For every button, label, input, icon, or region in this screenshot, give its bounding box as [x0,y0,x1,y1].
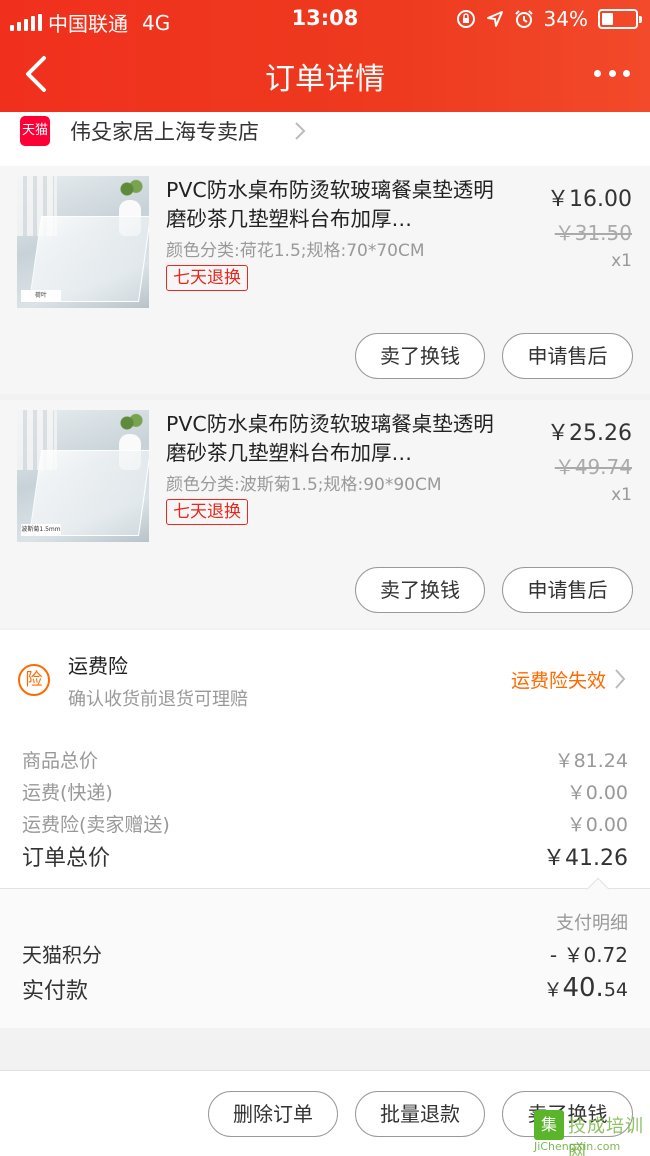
insurance-icon: 险 [18,664,50,696]
product-title[interactable]: PVC防水桌布防烫软玻璃餐桌垫透明磨砂茶几垫塑料台布加厚… [166,410,496,468]
status-right: 34% [456,7,642,31]
batch-refund-button[interactable]: 批量退款 [355,1091,485,1137]
aftersale-button[interactable]: 申请售后 [502,567,633,613]
product-quantity: x1 [611,251,632,271]
location-icon [486,11,503,27]
order-total-label: 订单总价 [22,846,111,871]
points-label: 天猫积分 [22,943,102,967]
more-icon[interactable] [594,58,630,88]
insurance-title: 运费险 [68,654,128,678]
paid-integer: 40. [562,973,604,1003]
order-item[interactable]: 荷叶 PVC防水桌布防烫软玻璃餐桌垫透明磨砂茶几垫塑料台布加厚… 颜色分类:荷花… [0,166,650,394]
order-total-row: 订单总价 ￥41.26 [22,840,628,872]
orientation-lock-icon [456,10,475,28]
tmall-icon: 天猫 [20,116,50,146]
order-item[interactable]: 波斯菊1.5mm PVC防水桌布防烫软玻璃餐桌垫透明磨砂茶几垫塑料台布加厚… 颜… [0,400,650,628]
watermark-url: JiChengXin.com [534,1140,621,1153]
points-value: - ￥0.72 [549,943,628,967]
product-price: ￥16.00 [547,187,632,212]
delete-order-button[interactable]: 删除订单 [208,1091,338,1137]
alarm-icon [514,10,533,28]
product-image[interactable]: 荷叶 [17,176,149,308]
insurance-description: 确认收货前退货可理赔 [68,689,248,710]
sell-button[interactable]: 卖了换钱 [355,567,485,613]
product-sku: 颜色分类:荷花1.5;规格:70*70CM [166,241,425,261]
payment-detail-panel: 支付明细 天猫积分 - ￥0.72 实付款 ￥40.54 [0,889,650,1028]
points-row: 天猫积分 - ￥0.72 [22,939,628,968]
product-quantity: x1 [611,485,632,505]
page-title: 订单详情 [265,62,385,97]
shipping-value: ￥0.00 [566,782,628,804]
chevron-right-icon [295,122,306,140]
paid-currency: ￥ [543,979,563,1001]
order-total-value: ￥41.26 [543,846,628,871]
product-image-tag: 荷叶 [21,290,61,302]
shipping-row: 运费(快递) ￥0.00 [22,778,628,805]
return-policy-badge: 七天退换 [166,499,248,525]
app-header: 中国联通 4G 13:08 34% 订单详情 [0,0,650,112]
battery-percent: 34% [543,7,588,31]
shipping-insurance-row[interactable]: 险 运费险 确认收货前退货可理赔 运费险失效 [0,630,650,728]
shipping-insurance-label: 运费险(卖家赠送) [22,814,170,836]
watermark-logo: 集 [534,1110,564,1140]
product-image-tag: 波斯菊1.5mm [21,524,61,536]
sell-button[interactable]: 卖了换钱 [355,333,485,379]
paid-value: ￥40.54 [543,973,628,1005]
watermark: 集 技成培训网 JiChengXin.com [530,1110,646,1156]
chevron-right-icon [615,669,626,689]
shipping-label: 运费(快递) [22,782,113,804]
goods-total-value: ￥81.24 [554,750,628,772]
product-price: ￥25.26 [547,421,632,446]
store-name[interactable]: 伟殳家居上海专卖店 [70,116,259,146]
product-original-price: ￥49.74 [554,455,632,479]
status-bar: 中国联通 4G 13:08 34% [0,0,650,38]
product-image[interactable]: 波斯菊1.5mm [17,410,149,542]
return-policy-badge: 七天退换 [166,265,248,291]
paid-row: 实付款 ￥40.54 [22,973,628,1005]
shipping-insurance-fee-row: 运费险(卖家赠送) ￥0.00 [22,810,628,837]
paid-label: 实付款 [22,979,89,1004]
insurance-status[interactable]: 运费险失效 [511,666,606,693]
store-link[interactable]: 天猫 伟殳家居上海专卖店 [0,112,650,166]
aftersale-button[interactable]: 申请售后 [502,333,633,379]
price-summary: 商品总价 ￥81.24 运费(快递) ￥0.00 运费险(卖家赠送) ￥0.00… [0,728,650,1028]
goods-total-label: 商品总价 [22,750,99,772]
goods-total-row: 商品总价 ￥81.24 [22,746,628,773]
spacer [0,1028,650,1070]
nav-bar: 订单详情 [0,38,650,112]
product-title[interactable]: PVC防水桌布防烫软玻璃餐桌垫透明磨砂茶几垫塑料台布加厚… [166,176,496,234]
payment-detail-label[interactable]: 支付明细 [556,909,628,935]
paid-decimal: 54 [603,979,628,1001]
product-original-price: ￥31.50 [554,221,632,245]
product-sku: 颜色分类:波斯菊1.5;规格:90*90CM [166,475,442,495]
battery-icon [598,9,642,29]
shipping-insurance-value: ￥0.00 [566,814,628,836]
